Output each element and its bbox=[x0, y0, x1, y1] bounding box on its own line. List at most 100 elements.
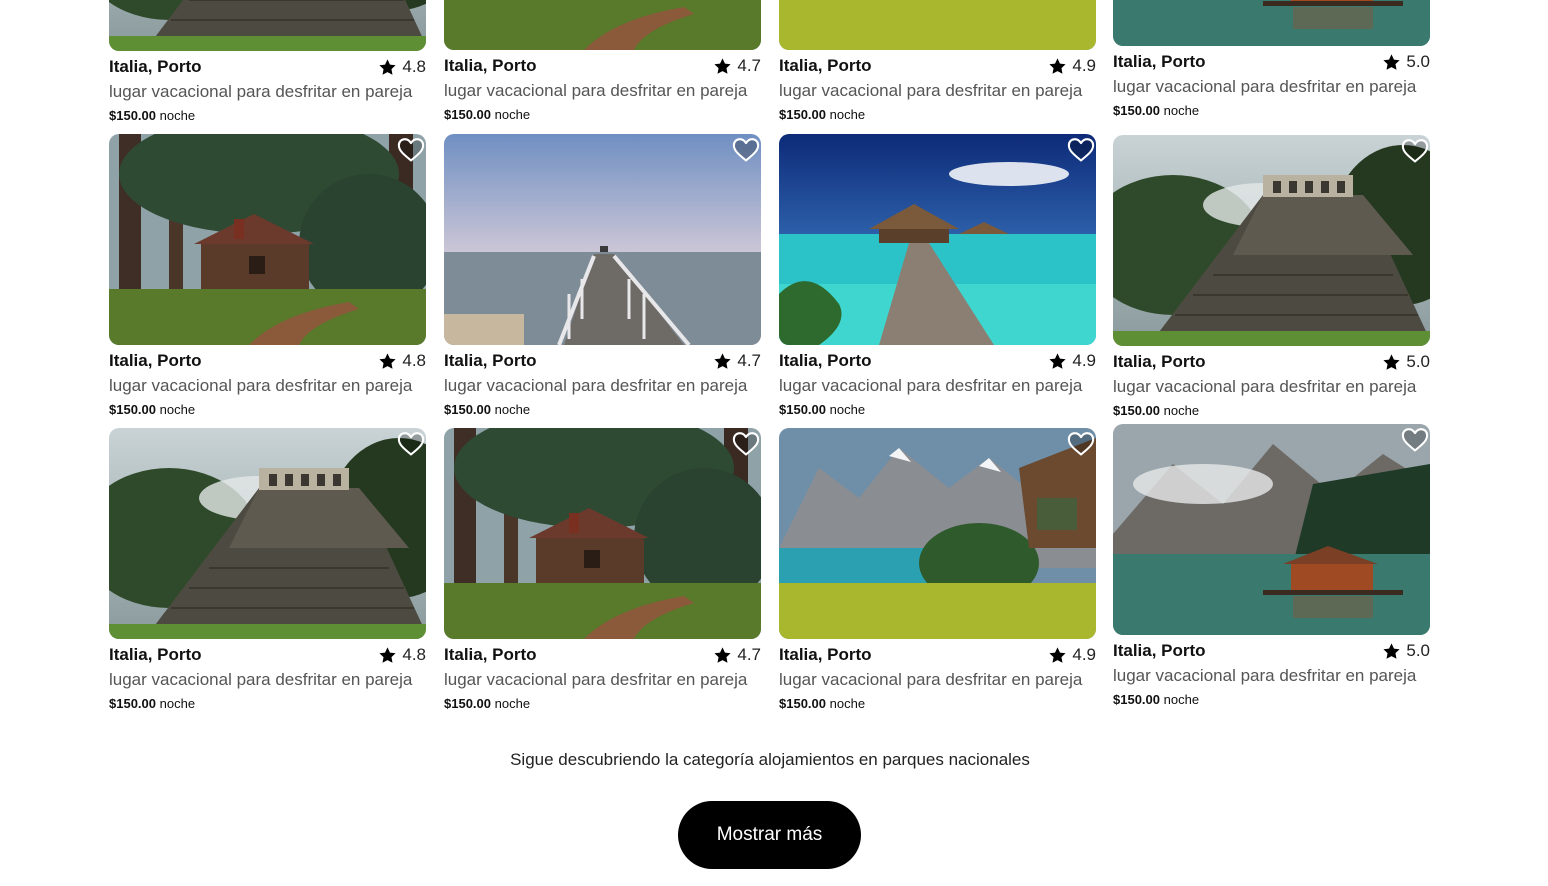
star-icon bbox=[1383, 53, 1400, 70]
listing-card[interactable]: Italia, Porto 5.0 lugar vacacional para … bbox=[1113, 135, 1430, 418]
show-more-button[interactable]: Mostrar más bbox=[678, 801, 861, 869]
listing-description: lugar vacacional para desfritar en parej… bbox=[444, 81, 748, 100]
listing-card[interactable]: Italia, Porto 4.8 lugar vacacional para … bbox=[109, 428, 426, 711]
rating-value: 4.8 bbox=[402, 645, 426, 664]
price-unit: noche bbox=[829, 107, 866, 122]
heart-icon bbox=[1401, 428, 1429, 452]
listing-price: $150.00 noche bbox=[444, 696, 761, 711]
listing-card[interactable]: Italia, Porto 5.0 lugar vacacional para … bbox=[1113, 0, 1430, 118]
listing-meta: Italia, Porto 4.8 bbox=[109, 349, 426, 373]
price-unit: noche bbox=[1163, 692, 1200, 707]
listing-meta: Italia, Porto 4.8 bbox=[109, 643, 426, 667]
listing-photo[interactable] bbox=[1113, 0, 1430, 46]
listing-description: lugar vacacional para desfritar en parej… bbox=[779, 81, 1083, 100]
price-unit: noche bbox=[1163, 103, 1200, 118]
star-icon bbox=[1049, 352, 1066, 369]
rating-value: 4.7 bbox=[737, 56, 761, 75]
favorite-button[interactable] bbox=[397, 137, 425, 163]
price-amount: $150.00 bbox=[1113, 103, 1160, 118]
listing-card[interactable]: Italia, Porto 4.9 lugar vacacional para … bbox=[779, 0, 1096, 122]
listing-meta: Italia, Porto 5.0 bbox=[1113, 50, 1430, 74]
favorite-button[interactable] bbox=[732, 431, 760, 457]
rating-value: 4.9 bbox=[1072, 351, 1096, 370]
listing-rating: 4.9 bbox=[1048, 351, 1096, 371]
listing-photo[interactable] bbox=[1113, 424, 1430, 635]
listing-location: Italia, Porto bbox=[109, 645, 202, 664]
price-amount: $150.00 bbox=[779, 107, 826, 122]
listing-rating: 5.0 bbox=[1382, 641, 1430, 661]
listing-price: $150.00 noche bbox=[109, 696, 426, 711]
listing-description: lugar vacacional para desfritar en parej… bbox=[109, 670, 413, 689]
listing-description: lugar vacacional para desfritar en parej… bbox=[1113, 77, 1417, 96]
listing-photo[interactable] bbox=[109, 134, 426, 345]
listing-photo[interactable] bbox=[444, 0, 761, 50]
favorite-button[interactable] bbox=[1401, 138, 1429, 164]
listing-photo[interactable] bbox=[109, 428, 426, 639]
tropical-bungalow-icon bbox=[779, 134, 1096, 345]
listing-price: $150.00 noche bbox=[109, 402, 426, 417]
listing-meta: Italia, Porto 4.7 bbox=[444, 643, 761, 667]
listing-price: $150.00 noche bbox=[1113, 403, 1430, 418]
listing-photo[interactable] bbox=[444, 428, 761, 639]
listing-card[interactable]: Italia, Porto 4.7 lugar vacacional para … bbox=[444, 0, 761, 122]
listing-rating: 4.9 bbox=[1048, 645, 1096, 665]
listing-photo[interactable] bbox=[1113, 135, 1430, 346]
star-icon bbox=[1049, 646, 1066, 663]
rating-value: 5.0 bbox=[1406, 352, 1430, 371]
price-unit: noche bbox=[494, 696, 531, 711]
heart-icon bbox=[732, 138, 760, 162]
listing-rating: 5.0 bbox=[1382, 52, 1430, 72]
star-icon bbox=[379, 58, 396, 75]
price-amount: $150.00 bbox=[109, 402, 156, 417]
lake-house-icon bbox=[1113, 0, 1430, 46]
favorite-button[interactable] bbox=[732, 137, 760, 163]
listing-card[interactable]: Italia, Porto 5.0 lugar vacacional para … bbox=[1113, 424, 1430, 707]
listing-price: $150.00 noche bbox=[779, 696, 1096, 711]
star-icon bbox=[714, 646, 731, 663]
rating-value: 4.7 bbox=[737, 645, 761, 664]
listing-photo[interactable] bbox=[779, 134, 1096, 345]
price-unit: noche bbox=[159, 696, 196, 711]
price-amount: $150.00 bbox=[444, 402, 491, 417]
listing-price: $150.00 noche bbox=[1113, 103, 1430, 118]
listing-description: lugar vacacional para desfritar en parej… bbox=[1113, 377, 1417, 396]
discover-category-text: Sigue descubriendo la categoría alojamie… bbox=[510, 750, 1030, 769]
pier-icon bbox=[444, 134, 761, 345]
heart-icon bbox=[397, 138, 425, 162]
star-icon bbox=[1049, 57, 1066, 74]
price-unit: noche bbox=[494, 402, 531, 417]
forest-cabin-icon bbox=[444, 428, 761, 639]
favorite-button[interactable] bbox=[1067, 137, 1095, 163]
pyramid-icon bbox=[1113, 135, 1430, 346]
heart-icon bbox=[397, 432, 425, 456]
listing-meta: Italia, Porto 4.8 bbox=[109, 55, 426, 79]
listing-location: Italia, Porto bbox=[444, 56, 537, 75]
price-unit: noche bbox=[494, 107, 531, 122]
price-amount: $150.00 bbox=[779, 402, 826, 417]
listing-card[interactable]: Italia, Porto 4.8 lugar vacacional para … bbox=[109, 134, 426, 417]
price-amount: $150.00 bbox=[779, 696, 826, 711]
rating-value: 5.0 bbox=[1406, 641, 1430, 660]
listing-photo[interactable] bbox=[779, 428, 1096, 639]
listing-card[interactable]: Italia, Porto 4.9 lugar vacacional para … bbox=[779, 134, 1096, 417]
listing-location: Italia, Porto bbox=[1113, 641, 1206, 660]
listing-description: lugar vacacional para desfritar en parej… bbox=[779, 670, 1083, 689]
listing-card[interactable]: Italia, Porto 4.7 lugar vacacional para … bbox=[444, 428, 761, 711]
star-icon bbox=[1383, 642, 1400, 659]
listing-card[interactable]: Italia, Porto 4.8 lugar vacacional para … bbox=[109, 0, 426, 123]
rating-value: 5.0 bbox=[1406, 52, 1430, 71]
listing-photo[interactable] bbox=[109, 0, 426, 51]
star-icon bbox=[714, 352, 731, 369]
price-amount: $150.00 bbox=[109, 108, 156, 123]
price-amount: $150.00 bbox=[109, 696, 156, 711]
listing-price: $150.00 noche bbox=[779, 107, 1096, 122]
price-unit: noche bbox=[1163, 403, 1200, 418]
listing-card[interactable]: Italia, Porto 4.9 lugar vacacional para … bbox=[779, 428, 1096, 711]
listing-card[interactable]: Italia, Porto 4.7 lugar vacacional para … bbox=[444, 134, 761, 417]
favorite-button[interactable] bbox=[397, 431, 425, 457]
favorite-button[interactable] bbox=[1067, 431, 1095, 457]
listing-photo[interactable] bbox=[444, 134, 761, 345]
price-amount: $150.00 bbox=[1113, 403, 1160, 418]
listing-photo[interactable] bbox=[779, 0, 1096, 50]
favorite-button[interactable] bbox=[1401, 427, 1429, 453]
